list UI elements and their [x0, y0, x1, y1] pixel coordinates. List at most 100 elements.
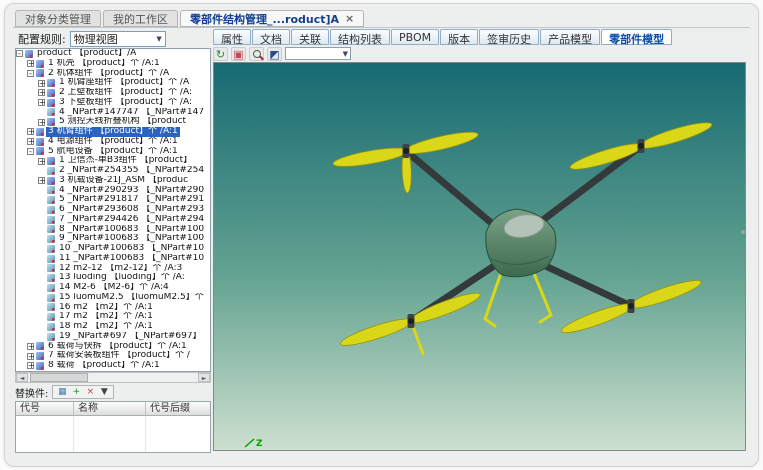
tree-row[interactable]: 18 m2 【m2】个 /A:1: [16, 322, 210, 332]
tree-row[interactable]: 10 _NPart#100683 【_NPart#10: [16, 244, 210, 254]
add-replacement-icon[interactable]: +: [70, 386, 82, 398]
tree-row-label: 16 m2 【m2】个 /A:1: [57, 303, 155, 313]
assembly-icon: [36, 352, 44, 360]
close-tab-icon[interactable]: ×: [345, 13, 354, 24]
column-header-1[interactable]: 代号: [16, 402, 74, 415]
expand-icon[interactable]: +: [38, 89, 45, 96]
tree-row[interactable]: +7 载荷安装板组件 【product】个 /: [16, 351, 210, 361]
tree-row[interactable]: +8 载荷 【product】个 /A:1: [16, 361, 210, 371]
main-tab[interactable]: 零部件结构管理_...roduct]A×: [180, 10, 364, 27]
detail-tab-2[interactable]: 文档: [252, 29, 290, 45]
expand-icon[interactable]: +: [27, 138, 34, 145]
tree-row-label: 4 _NPart#147747 【_NPart#147: [57, 108, 206, 118]
scroll-track[interactable]: [88, 373, 198, 382]
tree-row[interactable]: 6 _NPart#293608 【_NPart#293: [16, 205, 210, 215]
detail-tab-8[interactable]: 产品模型: [540, 29, 600, 45]
tree-row[interactable]: +1 机臂座组件 【product】个 /A: [16, 78, 210, 88]
chevron-down-icon[interactable]: ▼: [98, 386, 110, 398]
view-config-dropdown[interactable]: ▼: [285, 47, 351, 60]
tree-row[interactable]: +6 载荷与快拆 【product】个 /A:1: [16, 342, 210, 352]
splitter-handle-dot[interactable]: [741, 230, 745, 234]
tree-row[interactable]: +2 上壁板组件 【product】个 /A:: [16, 88, 210, 98]
tree-row[interactable]: 16 m2 【m2】个 /A:1: [16, 303, 210, 313]
expand-icon[interactable]: +: [38, 119, 45, 126]
zoom-icon[interactable]: [249, 47, 264, 61]
tree-row[interactable]: 14 M2-6 【M2-6】个 /A:4: [16, 283, 210, 293]
indent: [16, 131, 27, 132]
part-icon: [47, 196, 55, 204]
column-header-2[interactable]: 名称: [74, 402, 146, 415]
tree-row-label: 12 m2-12 【m2-12】个 /A:3: [57, 264, 184, 274]
main-tab[interactable]: 对象分类管理: [15, 10, 101, 27]
tree-row-label: 7 _NPart#294426 【_NPart#294: [57, 215, 206, 225]
tree-row[interactable]: 19 _NPart#697 【_NPart#697】: [16, 332, 210, 342]
table-icon[interactable]: ▦: [56, 386, 68, 398]
detail-tab-4[interactable]: 结构列表: [330, 29, 390, 45]
tree-row[interactable]: +3 下壁板组件 【product】个 /A:: [16, 98, 210, 108]
expand-icon[interactable]: +: [38, 158, 45, 165]
expand-icon[interactable]: +: [38, 80, 45, 87]
tree-row[interactable]: 2 _NPart#254355 【_NPart#254: [16, 166, 210, 176]
refresh-view-icon[interactable]: ↻: [213, 47, 228, 61]
tree-row-label: 18 m2 【m2】个 /A:1: [57, 322, 155, 332]
indent: [16, 336, 38, 337]
expand-icon[interactable]: +: [27, 343, 34, 350]
detail-tab-1[interactable]: 属性: [213, 29, 251, 45]
detail-tab-9[interactable]: 零部件模型: [601, 29, 672, 45]
tree-row[interactable]: 5 _NPart#291817 【_NPart#291: [16, 195, 210, 205]
main-tab-label: 对象分类管理: [25, 11, 91, 27]
tree-row[interactable]: 17 m2 【m2】个 /A:1: [16, 312, 210, 322]
tree-row[interactable]: 4 _NPart#147747 【_NPart#147: [16, 108, 210, 118]
column-header-3[interactable]: 代号后缀: [146, 402, 210, 415]
collapse-icon[interactable]: -: [16, 50, 23, 57]
tree-row[interactable]: 12 m2-12 【m2-12】个 /A:3: [16, 264, 210, 274]
indent: [16, 200, 38, 201]
part-icon: [47, 333, 55, 341]
indent: [16, 122, 38, 123]
expand-icon[interactable]: +: [27, 362, 34, 369]
indent: [16, 92, 38, 93]
scroll-right-arrow-icon[interactable]: ►: [198, 373, 210, 382]
model-cube-icon[interactable]: ◩: [267, 47, 282, 61]
tree-row[interactable]: -product 【product】/A: [16, 49, 210, 59]
expand-icon[interactable]: +: [27, 353, 34, 360]
tree-horizontal-scrollbar[interactable]: ◄ ►: [15, 372, 211, 383]
tree-row[interactable]: +1 机壳 【product】个 /A:1: [16, 59, 210, 69]
detail-tab-7[interactable]: 签审历史: [479, 29, 539, 45]
collapse-icon[interactable]: -: [27, 70, 34, 77]
tree-row[interactable]: 15 luomuM2.5 【luomuM2.5】个: [16, 293, 210, 303]
tree-row[interactable]: -5 航电设备 【product】个 /A:1: [16, 147, 210, 157]
3d-viewport[interactable]: Z: [213, 62, 746, 451]
part-icon: [47, 108, 55, 116]
tree-row[interactable]: +5 测控天线折叠机构 【product: [16, 117, 210, 127]
expand-icon[interactable]: +: [27, 128, 34, 135]
tree-row-label: 5 测控天线折叠机构 【product: [57, 117, 188, 127]
replace-part-row: 替换件: ▦+×▼: [15, 385, 114, 399]
expand-icon[interactable]: +: [27, 60, 34, 67]
tree-row[interactable]: 8 _NPart#100683 【_NPart#100: [16, 225, 210, 235]
config-rule-select[interactable]: 物理视图 ▼: [70, 31, 166, 47]
detail-tab-6[interactable]: 版本: [440, 29, 478, 45]
tree-row[interactable]: +3 机臂组件 【product】个 /A:1: [16, 127, 210, 137]
tree-row[interactable]: 13 luoding 【luoding】个 /A:: [16, 273, 210, 283]
tree-row[interactable]: +4 电源组件 【product】个 /A:1: [16, 137, 210, 147]
main-tab[interactable]: 我的工作区: [103, 10, 178, 27]
scroll-thumb[interactable]: [30, 373, 88, 382]
config-rule-value: 物理视图: [74, 31, 118, 47]
remove-replacement-icon[interactable]: ×: [84, 386, 96, 398]
tree-row[interactable]: 7 _NPart#294426 【_NPart#294: [16, 215, 210, 225]
capture-view-icon[interactable]: ▣: [231, 47, 246, 61]
tree-row[interactable]: 9 _NPart#100683 【_NPart#100: [16, 234, 210, 244]
detail-tab-5[interactable]: PBOM: [391, 29, 439, 45]
tree-row[interactable]: -2 机体组件 【product】个 /A: [16, 69, 210, 79]
tree-row[interactable]: +3 机载设备-21J_ASM 【produc: [16, 176, 210, 186]
tree-row[interactable]: 4 _NPart#290293 【_NPart#290: [16, 186, 210, 196]
tree-row[interactable]: 11 _NPart#100683 【_NPart#10: [16, 254, 210, 264]
expand-icon[interactable]: +: [38, 99, 45, 106]
detail-tab-3[interactable]: 关联: [291, 29, 329, 45]
expand-icon[interactable]: +: [38, 177, 45, 184]
scroll-left-arrow-icon[interactable]: ◄: [16, 373, 28, 382]
tree-row[interactable]: +1 卫信杰-单B3组件 【product】: [16, 156, 210, 166]
collapse-icon[interactable]: -: [27, 148, 34, 155]
viewport-toolbar-icons: ↻▣ ◩: [213, 47, 282, 61]
